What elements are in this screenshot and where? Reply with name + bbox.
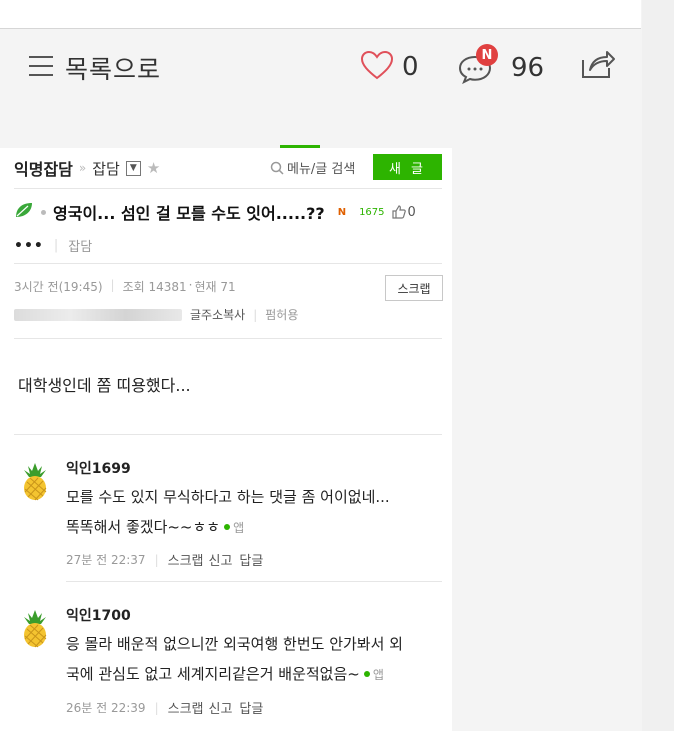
post-info: 3시간 전(19:45) | 조회 14381 · 현재 71 bbox=[14, 278, 236, 294]
search-icon bbox=[270, 161, 284, 175]
comments-button[interactable]: N 96 bbox=[457, 44, 544, 84]
comment-text: 모를 수도 있지 무식하다고 하는 댓글 좀 어이없네... 똑똑해서 좋겠다~… bbox=[66, 482, 446, 543]
post-title-row: 영국이... 섬인 걸 모를 수도 잇어.....?? N 1675 0 bbox=[14, 200, 416, 224]
post-like[interactable]: 0 bbox=[391, 204, 416, 220]
comment-author[interactable]: 익인1699 bbox=[66, 458, 131, 478]
page-margin bbox=[642, 0, 674, 731]
comment-report-button[interactable]: 신고 bbox=[209, 550, 233, 569]
comment-scrap-button[interactable]: 스크랩 bbox=[168, 550, 204, 569]
app-dot-icon bbox=[224, 523, 231, 530]
search-label: 메뉴/글 검색 bbox=[287, 162, 356, 177]
comment-item: 익인1700 응 몰라 배운적 없으니깐 외국여행 한번도 안가봐서 외 국에 … bbox=[0, 605, 452, 725]
divider bbox=[14, 338, 442, 339]
comment-meta: 26분 전 22:39 | 스크랩 신고 답글 bbox=[66, 698, 263, 718]
like-button[interactable]: 0 bbox=[360, 50, 419, 84]
post-view-count: 1675 bbox=[359, 206, 385, 218]
comment-meta: 27분 전 22:37 | 스크랩 신고 답글 bbox=[66, 550, 263, 570]
divider bbox=[14, 434, 442, 435]
share-permission: 펌허용 bbox=[265, 308, 299, 322]
share-icon bbox=[580, 51, 616, 84]
share-button[interactable] bbox=[580, 48, 616, 84]
comment-report-button[interactable]: 신고 bbox=[209, 698, 233, 717]
post-card: 익명잡담 » 잡담 ▼ ★ 메뉴/글 검색 새 글 영국이... 섬인 걸 모를… bbox=[0, 148, 452, 731]
comment-reply-button[interactable]: 답글 bbox=[239, 550, 263, 569]
leaf-icon bbox=[14, 201, 34, 223]
post-current-viewers: 현재 71 bbox=[194, 280, 236, 294]
post-like-count: 0 bbox=[407, 204, 416, 220]
app-label: 앱 bbox=[233, 521, 245, 535]
board-category[interactable]: 잡담 bbox=[92, 158, 120, 179]
menu-search[interactable]: 메뉴/글 검색 bbox=[270, 158, 355, 177]
like-count: 0 bbox=[402, 52, 419, 82]
app-label: 앱 bbox=[372, 668, 384, 682]
post-action-bar: 목록으로 0 N 96 bbox=[0, 30, 641, 104]
comment-reply-button[interactable]: 답글 bbox=[239, 698, 263, 717]
comment-time: 27분 전 22:37 bbox=[66, 553, 146, 567]
post-author-row: ••• | 잡담 bbox=[14, 237, 93, 256]
heart-icon bbox=[360, 50, 394, 84]
new-comment-badge: N bbox=[476, 44, 498, 66]
blurred-url bbox=[14, 308, 182, 321]
post-title: 영국이... 섬인 걸 모를 수도 잇어.....?? bbox=[53, 204, 325, 223]
list-icon bbox=[27, 52, 55, 84]
app-dot-icon bbox=[363, 670, 370, 677]
pineapple-avatar-icon bbox=[18, 461, 52, 505]
post-body: 대학생인데 쫌 띠용했다... bbox=[18, 376, 191, 395]
board-name[interactable]: 익명잡담 bbox=[14, 156, 73, 180]
back-to-list-label: 목록으로 bbox=[65, 55, 162, 84]
post-url-row: 글주소복사 | 펌허용 bbox=[14, 306, 298, 323]
divider bbox=[66, 581, 442, 582]
post-hits: 조회 14381 bbox=[122, 280, 187, 294]
post-category: 잡담 bbox=[68, 240, 93, 255]
favorite-star-icon[interactable]: ★ bbox=[147, 159, 160, 177]
comment-item: 익인1699 모를 수도 있지 무식하다고 하는 댓글 좀 어이없네... 똑똑… bbox=[0, 458, 452, 578]
thumbs-up-icon bbox=[391, 205, 406, 219]
comment-text-line: 응 몰라 배운적 없으니깐 외국여행 한번도 안가봐서 외 bbox=[66, 635, 403, 653]
bullet bbox=[41, 209, 46, 215]
comment-count: 96 bbox=[511, 53, 545, 83]
copy-url-button[interactable]: 글주소복사 bbox=[190, 306, 245, 323]
comment-text-line: 모를 수도 있지 무식하다고 하는 댓글 좀 어이없네... bbox=[66, 488, 390, 506]
comment-time: 26분 전 22:39 bbox=[66, 701, 146, 715]
back-to-list-button[interactable]: 목록으로 bbox=[27, 50, 161, 86]
previous-content-card bbox=[0, 0, 641, 29]
pineapple-avatar-icon bbox=[18, 608, 52, 652]
divider bbox=[14, 188, 442, 189]
board-breadcrumb: 익명잡담 » 잡담 ▼ ★ bbox=[14, 156, 160, 180]
comment-text-line: 똑똑해서 좋겠다~~ㅎㅎ bbox=[66, 518, 221, 536]
comment-text-line: 국에 관심도 없고 세계지리같은거 배운적없음~ bbox=[66, 665, 360, 683]
divider bbox=[14, 263, 442, 264]
category-dropdown-icon[interactable]: ▼ bbox=[125, 160, 141, 176]
post-author: ••• bbox=[14, 237, 44, 254]
post-time: 3시간 전(19:45) bbox=[14, 280, 103, 294]
breadcrumb-separator-icon: » bbox=[78, 161, 87, 175]
new-post-button[interactable]: 새 글 bbox=[373, 154, 442, 180]
comment-author[interactable]: 익인1700 bbox=[66, 605, 131, 625]
comment-scrap-button[interactable]: 스크랩 bbox=[168, 698, 204, 717]
new-post-mark: N bbox=[337, 206, 347, 218]
comment-text: 응 몰라 배운적 없으니깐 외국여행 한번도 안가봐서 외 국에 관심도 없고 … bbox=[66, 629, 446, 690]
comment-icon: N bbox=[457, 44, 505, 84]
scrap-button[interactable]: 스크랩 bbox=[385, 275, 443, 301]
